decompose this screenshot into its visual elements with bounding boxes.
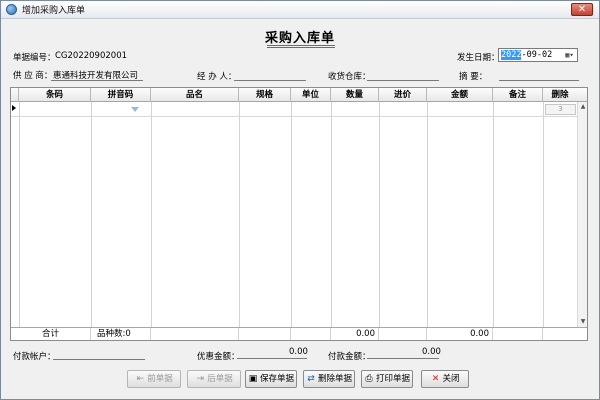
next-arrow-icon: ⇥ — [196, 374, 204, 384]
date-label: 发生日期： — [457, 53, 500, 63]
col-unit[interactable]: 单位 — [291, 88, 331, 102]
col-pinyin[interactable]: 拼音码 — [91, 88, 151, 102]
vertical-scrollbar[interactable]: ▲ ▼ — [577, 102, 587, 327]
col-amount[interactable]: 金额 — [427, 88, 493, 102]
grid-divider — [151, 102, 152, 327]
col-delete[interactable]: 删除 — [543, 88, 577, 102]
discount-input-underline — [237, 358, 307, 359]
date-picker[interactable]: 2022-09-02 ▦▾ — [498, 48, 578, 62]
paid-amount-label: 付款金额： — [328, 352, 371, 362]
save-icon: ▣ — [248, 374, 258, 384]
grid-divider — [291, 102, 292, 327]
footer-cell — [291, 328, 331, 340]
doc-no-label: 单据编号： — [13, 53, 56, 63]
form-title: 采购入库单 — [264, 31, 335, 46]
app-icon — [6, 4, 17, 15]
prev-document-button[interactable]: ⇤ 前单据 — [127, 370, 181, 388]
date-year-selected: 2022 — [501, 50, 522, 60]
prev-document-label: 前单据 — [147, 374, 173, 384]
footer-cell — [379, 328, 427, 340]
pay-account-input[interactable] — [53, 359, 145, 360]
prev-arrow-icon: ⇤ — [136, 374, 144, 384]
grid-divider — [91, 102, 92, 327]
close-icon: ✕ — [577, 4, 587, 15]
scroll-down-icon[interactable]: ▼ — [578, 317, 587, 327]
purchase-inbound-window: 增加采购入库单 ✕ 采购入库单 单据编号： CG20220902001 发生日期… — [0, 0, 600, 400]
print-document-button[interactable]: ⎙ 打印单据 — [361, 370, 413, 388]
print-document-label: 打印单据 — [375, 374, 410, 384]
col-barcode[interactable]: 条码 — [19, 88, 91, 102]
footer-qty-total: 0.00 — [331, 328, 379, 340]
pay-account-label: 付款帐户： — [13, 352, 56, 362]
summary-input[interactable] — [499, 80, 579, 81]
grid-divider — [427, 102, 428, 327]
printer-icon: ⎙ — [365, 374, 373, 384]
pinyin-dropdown-icon[interactable] — [131, 107, 139, 112]
save-document-label: 保存单据 — [259, 374, 294, 384]
title-bar: 增加采购入库单 ✕ — [1, 1, 599, 19]
supplier-input-underline — [51, 80, 143, 81]
summary-label: 摘 要： — [459, 72, 488, 82]
grid-divider — [19, 102, 20, 327]
footer-cell — [239, 328, 291, 340]
delete-document-label: 删除单据 — [317, 374, 352, 384]
calendar-dropdown-icon[interactable]: ▦▾ — [563, 50, 576, 60]
grid-header: 条码 拼音码 品名 规格 单位 数量 进价 金额 备注 删除 — [11, 88, 587, 102]
footer-total-label: 合计 — [11, 328, 91, 340]
delete-row-button[interactable]: 3 — [545, 104, 576, 115]
col-price[interactable]: 进价 — [379, 88, 427, 102]
delete-icon: ⇄ — [307, 374, 315, 384]
supplier-label: 供 应 商： — [13, 71, 53, 81]
warehouse-label: 收货仓库： — [328, 72, 371, 82]
footer-kinds-count: 品种数:0 — [91, 328, 151, 340]
close-label: 关闭 — [442, 374, 460, 384]
form-title-underline — [267, 45, 335, 48]
col-quantity[interactable]: 数量 — [331, 88, 379, 102]
delete-document-button[interactable]: ⇄ 删除单据 — [303, 370, 355, 388]
warehouse-input[interactable] — [367, 80, 439, 81]
row-selector-header — [11, 88, 19, 102]
table-row[interactable] — [11, 116, 577, 117]
grid-divider — [543, 102, 544, 327]
close-window-button[interactable]: ✕ — [571, 3, 593, 16]
handler-input[interactable] — [234, 80, 306, 81]
next-document-button[interactable]: ⇥ 后单据 — [187, 370, 241, 388]
next-document-label: 后单据 — [207, 374, 233, 384]
discount-label: 优惠金额： — [197, 352, 240, 362]
discount-value[interactable]: 0.00 — [289, 347, 308, 357]
handler-label: 经 办 人： — [197, 72, 237, 82]
items-grid[interactable]: 条码 拼音码 品名 规格 单位 数量 进价 金额 备注 删除 3 ▲ ▼ 合计 … — [10, 87, 588, 341]
close-button[interactable]: ✕ 关闭 — [421, 370, 469, 388]
close-icon: ✕ — [431, 374, 440, 384]
current-row-indicator-icon — [12, 105, 16, 111]
save-document-button[interactable]: ▣ 保存单据 — [245, 370, 297, 388]
scroll-up-icon[interactable]: ▲ — [578, 102, 587, 112]
paid-amount-input-underline — [367, 358, 439, 359]
col-remark[interactable]: 备注 — [493, 88, 543, 102]
grid-divider — [331, 102, 332, 327]
footer-cell — [151, 328, 239, 340]
col-spec[interactable]: 规格 — [239, 88, 291, 102]
col-product-name[interactable]: 品名 — [151, 88, 239, 102]
footer-amount-total: 0.00 — [427, 328, 493, 340]
grid-divider — [379, 102, 380, 327]
date-month-day: -09-02 — [521, 50, 553, 60]
footer-cell — [493, 328, 543, 340]
doc-no-value: CG20220902001 — [55, 51, 128, 61]
grid-divider — [493, 102, 494, 327]
window-title: 增加采购入库单 — [22, 6, 86, 16]
paid-amount-value[interactable]: 0.00 — [422, 347, 441, 357]
grid-footer-row: 合计 品种数:0 0.00 0.00 — [11, 327, 587, 340]
grid-divider — [239, 102, 240, 327]
